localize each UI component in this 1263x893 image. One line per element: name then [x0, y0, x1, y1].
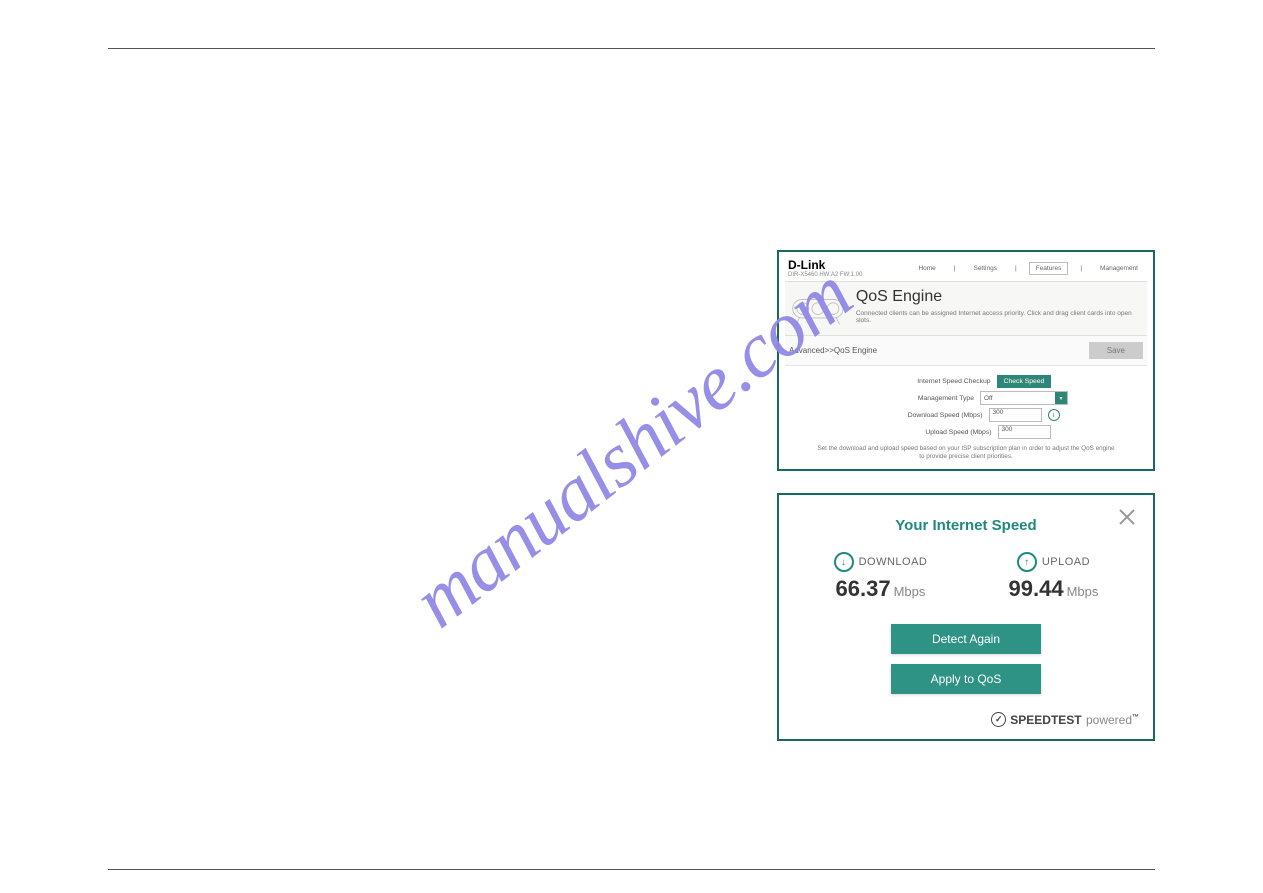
traffic-light-icon [791, 292, 850, 327]
download-column: ↓ DOWNLOAD 66.37Mbps [834, 552, 928, 602]
upload-value: 99.44 [1009, 576, 1064, 601]
check-speed-button[interactable]: Check Speed [997, 375, 1052, 388]
speed-popup-title: Your Internet Speed [793, 517, 1139, 534]
router-hero: QoS Engine Connected clients can be assi… [785, 282, 1147, 336]
router-topbar: D-Link DIR-X5460 HW:A2 FW:1.00 Home| Set… [785, 258, 1147, 282]
info-icon[interactable]: i [1048, 409, 1060, 421]
nav-features[interactable]: Features [1029, 262, 1069, 275]
router-nav: Home| Settings| Features| Management [912, 262, 1144, 275]
nav-home[interactable]: Home [912, 263, 941, 274]
mgmt-type-value: Off [984, 395, 993, 402]
mgmt-type-select[interactable]: Off ▾ [980, 391, 1068, 405]
download-speed-label: Download Speed (Mbps) [873, 412, 983, 419]
nav-management[interactable]: Management [1094, 263, 1144, 274]
upload-unit: Mbps [1067, 584, 1099, 599]
download-label: DOWNLOAD [859, 556, 928, 568]
bottom-divider [108, 869, 1155, 870]
save-button[interactable]: Save [1089, 342, 1143, 359]
download-value: 66.37 [836, 576, 891, 601]
qos-form: Internet Speed Checkup Check Speed Manag… [785, 366, 1147, 463]
checkup-label: Internet Speed Checkup [881, 378, 991, 385]
form-note: Set the download and upload speed based … [815, 445, 1117, 461]
model-line: DIR-X5460 HW:A2 FW:1.00 [788, 272, 862, 278]
upload-speed-label: Upload Speed (Mbps) [882, 429, 992, 436]
download-arrow-icon: ↓ [834, 552, 854, 572]
download-speed-input[interactable]: 300 [989, 408, 1042, 422]
hero-title: QoS Engine [856, 288, 1143, 306]
close-icon[interactable] [1115, 505, 1139, 529]
dlink-logo: D-Link [788, 258, 862, 272]
mgmt-type-label: Management Type [864, 395, 974, 402]
speedtest-icon: ✓ [991, 712, 1006, 727]
nav-settings[interactable]: Settings [967, 263, 1003, 274]
router-qos-figure: D-Link DIR-X5460 HW:A2 FW:1.00 Home| Set… [777, 250, 1155, 471]
chevron-down-icon: ▾ [1055, 392, 1067, 404]
speed-popup-figure: Your Internet Speed ↓ DOWNLOAD 66.37Mbps… [777, 493, 1155, 741]
top-divider [108, 48, 1155, 49]
detect-again-button[interactable]: Detect Again [891, 624, 1041, 654]
breadcrumb: Advanced>>QoS Engine [789, 346, 877, 355]
upload-speed-input[interactable]: 300 [998, 425, 1051, 439]
figures-column: D-Link DIR-X5460 HW:A2 FW:1.00 Home| Set… [777, 250, 1155, 741]
download-unit: Mbps [894, 584, 926, 599]
speedtest-powered: ✓ SPEEDTEST powered™ [793, 712, 1139, 727]
upload-label: UPLOAD [1042, 556, 1090, 568]
upload-arrow-icon: ↑ [1017, 552, 1037, 572]
apply-to-qos-button[interactable]: Apply to QoS [891, 664, 1041, 694]
hero-desc: Connected clients can be assigned Intern… [856, 310, 1143, 324]
upload-column: ↑ UPLOAD 99.44Mbps [1009, 552, 1099, 602]
